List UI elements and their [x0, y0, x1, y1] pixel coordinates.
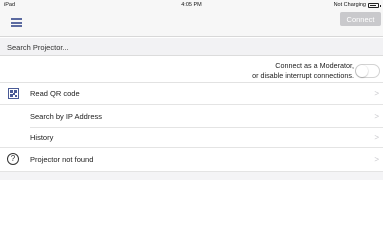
moderator-line-2: or disable interrupt connections. [252, 70, 354, 80]
chevron-right-icon: > [374, 89, 379, 98]
connect-button[interactable]: Connect [340, 12, 381, 26]
moderator-toggle[interactable] [355, 64, 380, 78]
search-by-ip-row[interactable]: Search by IP Address > [0, 107, 383, 126]
read-qr-code-label: Read QR code [30, 89, 80, 98]
search-by-ip-label: Search by IP Address [30, 112, 102, 121]
projector-not-found-label: Projector not found [30, 155, 94, 164]
battery-status: Not Charging [333, 2, 366, 8]
clock: 4:05 PM [181, 2, 202, 8]
search-bar [0, 38, 383, 56]
chevron-right-icon: > [374, 133, 379, 142]
moderator-row: Connect as a Moderator, or disable inter… [0, 57, 383, 83]
search-input[interactable] [0, 38, 383, 56]
read-qr-code-row[interactable]: Read QR code > [0, 84, 383, 103]
divider [0, 104, 383, 105]
moderator-line-1: Connect as a Moderator, [275, 61, 354, 70]
hamburger-menu-icon[interactable] [11, 18, 22, 27]
battery-icon [368, 3, 381, 8]
projector-not-found-row[interactable]: ? Projector not found > [0, 150, 383, 169]
history-label: History [30, 133, 54, 142]
status-bar: iPad 4:05 PM Not Charging [0, 0, 383, 11]
question-mark-icon: ? [7, 153, 19, 165]
toggle-knob [356, 65, 368, 77]
section-separator [0, 172, 383, 180]
chevron-right-icon: > [374, 112, 379, 121]
moderator-description: Connect as a Moderator, or disable inter… [252, 61, 354, 80]
history-row[interactable]: History > [0, 128, 383, 147]
navigation-bar: Connect [0, 11, 383, 37]
qr-code-icon [8, 88, 19, 99]
chevron-right-icon: > [374, 155, 379, 164]
divider [0, 147, 383, 148]
